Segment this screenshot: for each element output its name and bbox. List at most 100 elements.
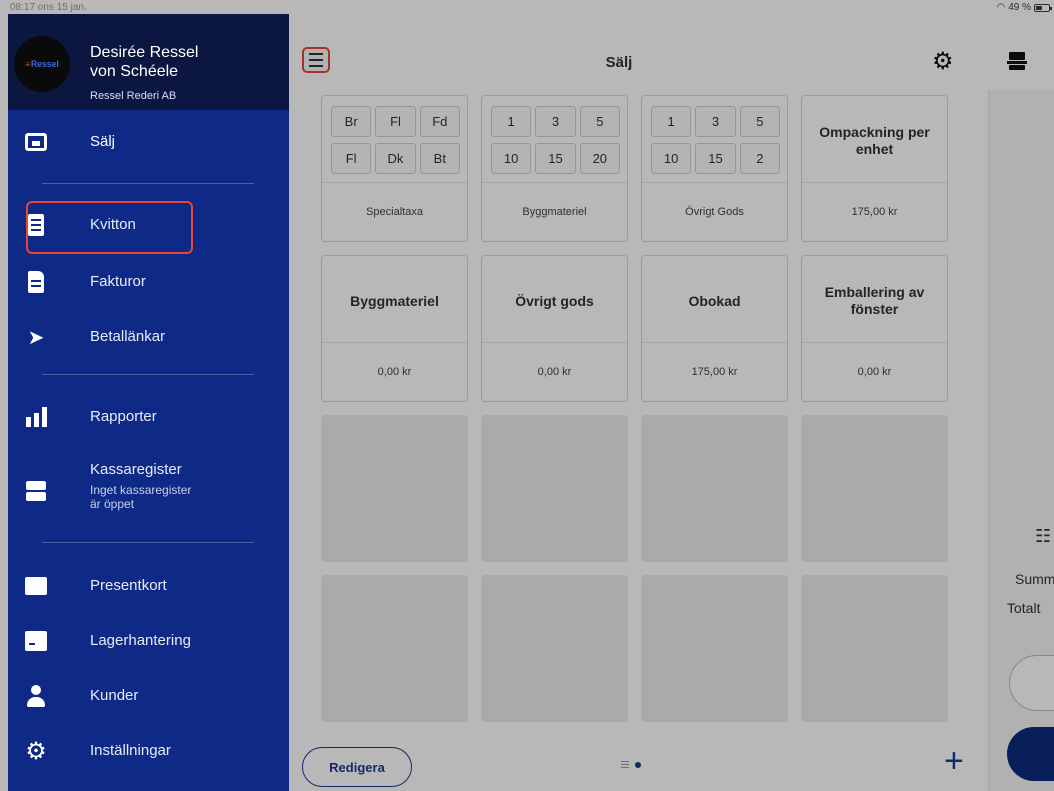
sidebar-item-salj[interactable]: Sälj: [8, 120, 289, 164]
tile-title: Övrigt gods: [515, 292, 594, 309]
empty-tile-slot[interactable]: [801, 575, 948, 722]
sidebar-item-label: Lagerhantering: [90, 632, 191, 649]
key-button[interactable]: 20: [579, 143, 620, 174]
add-button[interactable]: +: [944, 744, 964, 778]
tile-price: 0,00 kr: [537, 365, 572, 378]
wifi-icon: ◠: [996, 2, 1006, 13]
empty-tile-slot[interactable]: [801, 415, 948, 562]
sidebar-item-sublabel: är öppet: [90, 497, 135, 511]
empty-tile-slot[interactable]: [481, 415, 628, 562]
key-button[interactable]: 1: [491, 106, 532, 137]
key-grid: 1 3 5 10 15 2: [651, 106, 780, 174]
tile-product-ovrigt-gods[interactable]: Övrigt gods 0,00 kr: [481, 255, 628, 402]
sidebar-item-betallankar[interactable]: ➤ Betallänkar: [8, 315, 289, 359]
sidebar-item-label: Sälj: [90, 133, 116, 150]
key-button[interactable]: Dk: [375, 143, 416, 174]
sidebar-item-lagerhantering[interactable]: Lagerhantering: [8, 619, 289, 663]
logo-text: Ressel: [30, 59, 59, 69]
key-button[interactable]: 15: [535, 143, 576, 174]
sidebar-divider: [42, 374, 254, 375]
key-button[interactable]: Br: [331, 106, 372, 137]
sidebar-item-label: Kunder: [90, 687, 139, 704]
empty-tile-slot[interactable]: [321, 415, 468, 562]
page-title: Sälj: [605, 54, 633, 71]
key-button[interactable]: 10: [491, 143, 532, 174]
status-bar: 08:17 ons 15 jan. ◠ 49 %: [0, 0, 1054, 14]
empty-tile-slot[interactable]: [641, 575, 788, 722]
key-button[interactable]: 10: [651, 143, 692, 174]
key-button[interactable]: 5: [739, 106, 780, 137]
empty-tile-slot[interactable]: [321, 575, 468, 722]
sidebar: ≡ Ressel Desirée Ressel von Schéele Ress…: [8, 14, 289, 791]
inventory-icon: [24, 629, 48, 653]
tile-group-specialtaxa[interactable]: Br Fl Fd Fl Dk Bt Specialtaxa: [321, 95, 468, 242]
page-dot: [635, 761, 641, 768]
tile-footer: Specialtaxa: [366, 205, 423, 218]
keypad-icon[interactable]: ☷: [1035, 526, 1051, 547]
sidebar-divider: [42, 542, 254, 543]
primary-action-button[interactable]: [1007, 727, 1054, 781]
sidebar-item-kunder[interactable]: Kunder: [8, 674, 289, 718]
tile-group-byggmateriel[interactable]: 1 3 5 10 15 20 Byggmateriel: [481, 95, 628, 242]
key-button[interactable]: 15: [695, 143, 736, 174]
tile-group-ovrigt-gods[interactable]: 1 3 5 10 15 2 Övrigt Gods: [641, 95, 788, 242]
tile-footer: Övrigt Gods: [685, 205, 744, 218]
key-grid: Br Fl Fd Fl Dk Bt: [331, 106, 460, 174]
tile-footer: Byggmateriel: [522, 205, 587, 218]
secondary-action-button[interactable]: [1009, 655, 1054, 711]
highlight-outline: [26, 201, 193, 254]
sidebar-item-label: Kassaregister: [90, 461, 182, 478]
page-indicator[interactable]: [621, 761, 641, 768]
sidebar-item-label: Fakturor: [90, 273, 146, 290]
page-list-icon: [621, 761, 629, 768]
settings-gear-icon[interactable]: ⚙: [932, 50, 954, 74]
key-button[interactable]: 3: [695, 106, 736, 137]
sidebar-item-kassaregister[interactable]: Kassaregister Inget kassaregister är öpp…: [8, 457, 289, 527]
edit-button[interactable]: Redigera: [302, 747, 412, 787]
key-button[interactable]: Fl: [375, 106, 416, 137]
cash-register-icon[interactable]: [1006, 50, 1028, 72]
key-button[interactable]: 5: [579, 106, 620, 137]
empty-tile-slot[interactable]: [481, 575, 628, 722]
user-company: Ressel Rederi AB: [90, 90, 177, 102]
tile-product-emballering[interactable]: Emballering av fönster 0,00 kr: [801, 255, 948, 402]
sidebar-item-label: Betallänkar: [90, 328, 166, 345]
tile-price: 0,00 kr: [377, 365, 412, 378]
key-button[interactable]: 1: [651, 106, 692, 137]
tile-product-ompackning[interactable]: Ompackning per enhet 175,00 kr: [801, 95, 948, 242]
empty-tile-slot[interactable]: [641, 415, 788, 562]
sidebar-item-rapporter[interactable]: Rapporter: [8, 395, 289, 439]
sidebar-item-installningar[interactable]: ⚙ Inställningar: [8, 729, 289, 773]
sidebar-item-presentkort[interactable]: Presentkort: [8, 564, 289, 608]
key-button[interactable]: Fd: [419, 106, 460, 137]
tile-price: 175,00 kr: [691, 365, 738, 378]
status-right: ◠ 49 %: [996, 2, 1052, 13]
key-button[interactable]: 3: [535, 106, 576, 137]
key-button[interactable]: Bt: [419, 143, 460, 174]
key-grid: 1 3 5 10 15 20: [491, 106, 620, 174]
tile-product-obokad[interactable]: Obokad 175,00 kr: [641, 255, 788, 402]
total-label: Totalt: [1007, 600, 1041, 616]
sidebar-item-label: Inställningar: [90, 742, 171, 759]
order-summary-panel: ☷ Summ Totalt: [988, 90, 1054, 791]
tile-title: Obokad: [688, 292, 741, 309]
sidebar-item-fakturor[interactable]: Fakturor: [8, 260, 289, 304]
battery-percent: 49 %: [1008, 2, 1031, 13]
invoice-icon: [24, 270, 48, 294]
key-button[interactable]: Fl: [331, 143, 372, 174]
app-window: 08:17 ons 15 jan. ◠ 49 % Sälj ⚙ Br Fl Fd…: [0, 0, 1054, 791]
logo-stripes-icon: ≡: [25, 59, 30, 69]
tile-title: Ompackning per enhet: [819, 124, 930, 157]
summary-label: Summ: [1015, 571, 1054, 587]
tile-product-byggmateriel[interactable]: Byggmateriel 0,00 kr: [321, 255, 468, 402]
sidebar-header: ≡ Ressel Desirée Ressel von Schéele Ress…: [8, 14, 289, 110]
user-name-line: von Schéele: [90, 63, 179, 80]
company-logo: ≡ Ressel: [14, 36, 70, 92]
key-button[interactable]: 2: [739, 143, 780, 174]
gift-card-icon: [24, 574, 48, 598]
register-icon: [24, 479, 48, 503]
chart-icon: [24, 405, 48, 429]
tile-price: 0,00 kr: [857, 365, 892, 378]
top-bar: Sälj ⚙: [289, 14, 1054, 90]
battery-icon: [1034, 3, 1052, 12]
